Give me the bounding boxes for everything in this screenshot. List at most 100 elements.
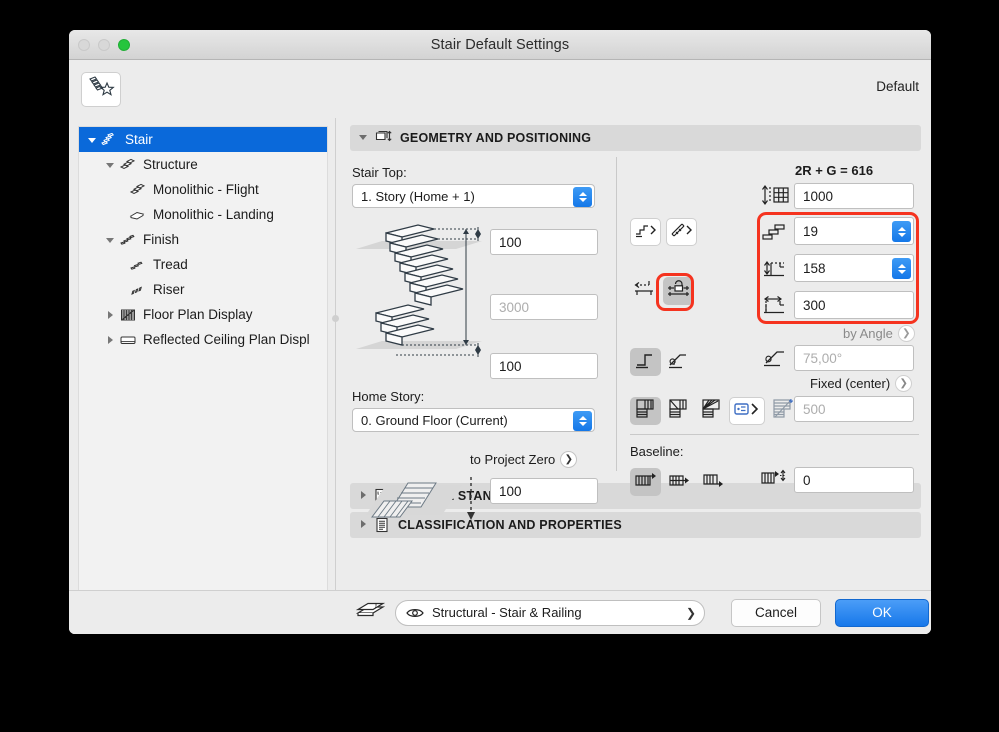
ok-button[interactable]: OK: [835, 598, 929, 627]
sidebar-item-stair[interactable]: Stair: [79, 127, 327, 152]
tread-depth-icon: [762, 294, 788, 323]
sidebar-item-label: Tread: [153, 257, 188, 272]
stair-icon: [99, 132, 121, 147]
favorites-button[interactable]: [81, 72, 121, 107]
layer-value: Structural - Stair & Railing: [432, 605, 582, 620]
baseline-right-button[interactable]: [698, 468, 729, 496]
risers-value: 19: [803, 223, 819, 239]
cancel-button[interactable]: Cancel: [731, 598, 821, 627]
number-of-risers-field[interactable]: 19: [794, 217, 914, 245]
total-height-value-field[interactable]: 1000: [794, 183, 914, 209]
panel-splitter[interactable]: [331, 118, 340, 634]
stair-top-stepper[interactable]: [573, 187, 592, 207]
flight-edit-button[interactable]: [630, 218, 661, 246]
chevron-right-icon[interactable]: ❯: [897, 325, 915, 342]
sidebar-item-monolithic-landing[interactable]: Monolithic - Landing: [79, 202, 327, 227]
stair-angle-icon: [760, 347, 790, 374]
eye-icon: [406, 607, 424, 619]
sidebar-item-label: Monolithic - Landing: [153, 207, 274, 222]
sidebar-item-reflected-ceiling-plan[interactable]: Reflected Ceiling Plan Displ: [79, 327, 327, 352]
section-header-geometry[interactable]: GEOMETRY AND POSITIONING: [350, 125, 921, 151]
home-story-stepper[interactable]: [573, 411, 592, 431]
sidebar-item-riser[interactable]: Riser: [79, 277, 327, 302]
dialog-bottom-bar: Structural - Stair & Railing ❯ Cancel OK: [69, 590, 931, 634]
winder-radial-button[interactable]: [696, 397, 727, 425]
chevron-down-icon[interactable]: [103, 160, 117, 170]
stair-plan-projection-icon: [364, 475, 482, 528]
baseline-offset-field[interactable]: 0: [794, 467, 914, 493]
stair-top-select[interactable]: 1. Story (Home + 1): [352, 184, 595, 208]
turn-edit-button[interactable]: [666, 218, 697, 246]
width-locked-icon: [666, 278, 692, 305]
baseline-center-button[interactable]: [664, 468, 695, 496]
sidebar-item-label: Structure: [143, 157, 198, 172]
tread-depth-value: 300: [803, 297, 826, 313]
sidebar-item-label: Floor Plan Display: [143, 307, 253, 322]
angle-field[interactable]: 75,00°: [794, 345, 914, 371]
chevron-down-icon[interactable]: [103, 235, 117, 245]
chevron-right-icon[interactable]: [103, 335, 117, 345]
curved-flight-icon: [670, 221, 694, 244]
baseline-offset-icon: [760, 469, 790, 494]
total-height-field[interactable]: 3000: [490, 294, 598, 320]
sidebar-item-floor-plan-display[interactable]: Floor Plan Display: [79, 302, 327, 327]
tread-icon: [127, 258, 149, 272]
minimize-button[interactable]: [98, 39, 110, 51]
ok-label: OK: [872, 605, 892, 620]
walking-line-field[interactable]: 500: [794, 396, 914, 422]
close-button[interactable]: [78, 39, 90, 51]
finish-icon: [117, 233, 139, 247]
tread-depth-field[interactable]: 300: [794, 291, 914, 319]
baseline-right-icon: [702, 471, 726, 494]
settings-tree[interactable]: Stair Structure Monolithic - Flight Mono…: [78, 126, 328, 598]
width-free-button[interactable]: [630, 277, 661, 305]
chevron-right-icon[interactable]: [103, 310, 117, 320]
winder-settings-button[interactable]: [729, 397, 765, 425]
top-offset-field[interactable]: 100: [490, 229, 598, 255]
by-angle-row[interactable]: by Angle ❯: [843, 325, 915, 342]
geometry-positioning-icon: [374, 130, 392, 146]
sidebar-item-label: Reflected Ceiling Plan Displ: [143, 332, 310, 347]
riser-shape-angled-icon: [666, 350, 692, 375]
window-body: Stair Structure Monolithic - Flight Mono…: [69, 118, 931, 634]
winder-none-button[interactable]: [630, 397, 661, 425]
riser-straight-button[interactable]: [630, 348, 661, 376]
fixed-center-row[interactable]: Fixed (center) ❯: [810, 375, 913, 392]
sidebar-item-finish[interactable]: Finish: [79, 227, 327, 252]
to-project-zero-row[interactable]: to Project Zero ❯: [470, 451, 578, 468]
screenshot-root: Stair Default Settings Default Stair Str…: [0, 0, 999, 732]
total-height-icon: [760, 184, 790, 211]
riser-height-stepper[interactable]: [892, 258, 911, 279]
bottom-offset-field[interactable]: 100: [490, 353, 598, 379]
sidebar-item-structure[interactable]: Structure: [79, 152, 327, 177]
reflected-ceiling-plan-icon: [117, 333, 139, 347]
chevron-right-icon[interactable]: ❯: [560, 451, 578, 468]
stair-section-diagram: [356, 221, 484, 374]
angle-buttons-group: [630, 348, 694, 376]
sidebar-item-tread[interactable]: Tread: [79, 252, 327, 277]
width-locked-button[interactable]: [663, 277, 694, 305]
height-value: 1000: [803, 188, 834, 204]
bottom-offset-value: 100: [499, 358, 522, 374]
chevron-right-icon[interactable]: ❯: [686, 606, 696, 620]
layers-icon[interactable]: [355, 598, 386, 627]
splitter-knob[interactable]: [332, 315, 339, 322]
home-story-select[interactable]: 0. Ground Floor (Current): [352, 408, 595, 432]
baseline-buttons-group: [630, 468, 729, 496]
zoom-button[interactable]: [118, 39, 130, 51]
chevron-down-icon[interactable]: [358, 131, 368, 145]
winder-balanced-button[interactable]: [663, 397, 694, 425]
risers-stepper[interactable]: [892, 221, 911, 242]
chevron-right-icon[interactable]: ❯: [895, 375, 913, 392]
riser-angled-button[interactable]: [663, 348, 694, 376]
sidebar-item-label: Riser: [153, 282, 185, 297]
sidebar-item-monolithic-flight[interactable]: Monolithic - Flight: [79, 177, 327, 202]
riser-icon: [127, 283, 149, 297]
home-story-value: 0. Ground Floor (Current): [361, 412, 508, 428]
chevron-down-icon[interactable]: [85, 135, 99, 145]
structure-icon: [117, 158, 139, 172]
layer-select[interactable]: Structural - Stair & Railing ❯: [395, 599, 705, 626]
riser-height-field[interactable]: 158: [794, 254, 914, 282]
baseline-left-button[interactable]: [630, 468, 661, 496]
project-zero-field[interactable]: 100: [490, 478, 598, 504]
